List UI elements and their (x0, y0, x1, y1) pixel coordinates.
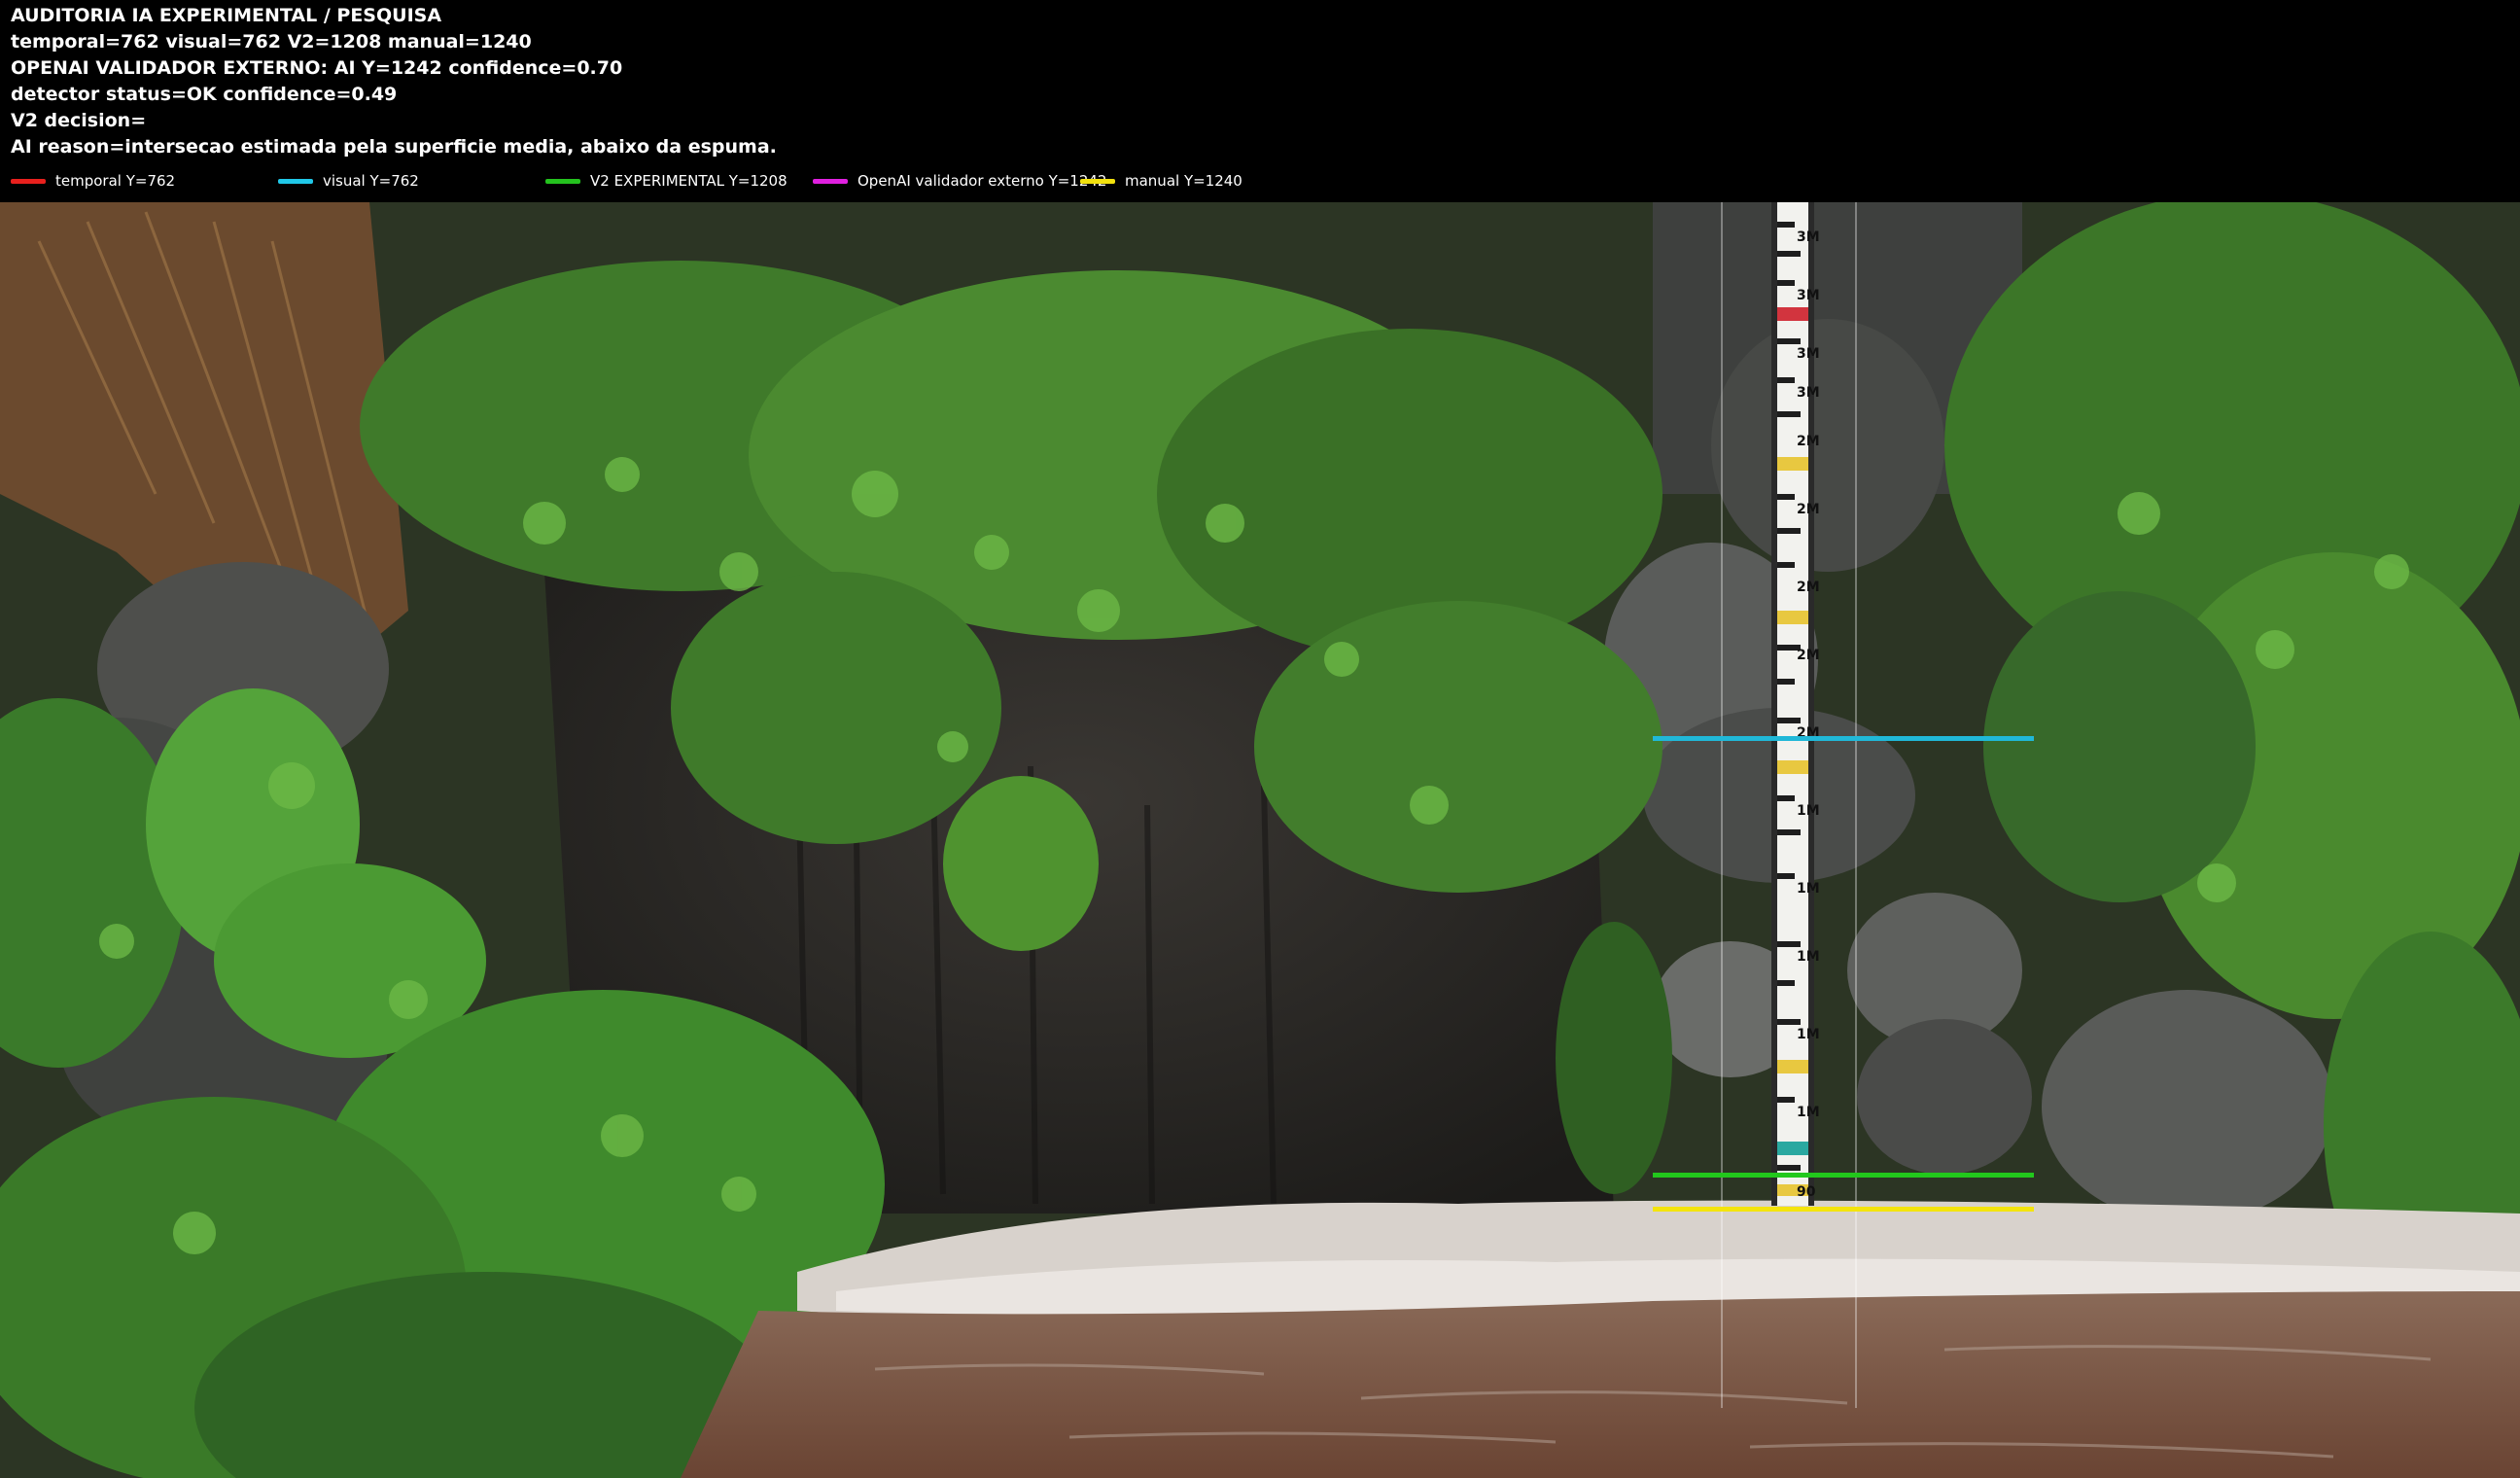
gauge-label: 90 (1797, 1184, 1816, 1200)
ai-reason-line: AI reason=intersecao estimada pela super… (11, 136, 777, 158)
detector-status-line: detector status=OK confidence=0.49 (11, 84, 398, 105)
legend-item-visual: visual Y=762 (278, 170, 419, 192)
gauge-label: 1M (1797, 1105, 1820, 1120)
visual-level-line (1653, 736, 2034, 741)
legend-swatch-openai (813, 178, 848, 184)
legend-item-openai: OpenAI validador externo Y=1242 (813, 170, 1106, 192)
v2-decision-line: V2 decision= (11, 110, 147, 131)
gauge-label: 1M (1797, 1027, 1820, 1042)
gauge-label: 1M (1797, 949, 1820, 965)
audit-title: AUDITORIA IA EXPERIMENTAL / PESQUISA (11, 5, 442, 26)
gauge-label: 1M (1797, 803, 1820, 819)
audit-header: AUDITORIA IA EXPERIMENTAL / PESQUISA tem… (0, 0, 2520, 202)
roi-guide-left (1721, 202, 1723, 1408)
openai-validator-line: OPENAI VALIDADOR EXTERNO: AI Y=1242 conf… (11, 57, 623, 79)
manual-level-line (1653, 1207, 2034, 1212)
legend-swatch-temporal (11, 178, 46, 184)
line-legend: temporal Y=762 visual Y=762 V2 EXPERIMEN… (11, 170, 2500, 192)
gauge-label: 3M (1797, 346, 1820, 362)
gauge-label: 2M (1797, 434, 1820, 449)
gauge-label: 3M (1797, 229, 1820, 245)
legend-swatch-manual (1080, 178, 1115, 184)
gauge-label: 2M (1797, 648, 1820, 663)
legend-item-temporal: temporal Y=762 (11, 170, 175, 192)
legend-item-v2: V2 EXPERIMENTAL Y=1208 (545, 170, 788, 192)
scene-illustration: 3M 3M 3M 3M 2M 2M 2M 2M 2M 1M 1M 1M 1M 1… (0, 202, 2520, 1478)
gauge-label: 2M (1797, 580, 1820, 595)
roi-guide-right (1855, 202, 1857, 1408)
camera-frame: AUDITORIA IA EXPERIMENTAL / PESQUISA tem… (0, 0, 2520, 1478)
legend-label-v2: V2 EXPERIMENTAL Y=1208 (590, 172, 788, 190)
legend-label-manual: manual Y=1240 (1125, 172, 1242, 190)
river-camera-image: 3M 3M 3M 3M 2M 2M 2M 2M 2M 1M 1M 1M 1M 1… (0, 202, 2520, 1478)
legend-label-openai: OpenAI validador externo Y=1242 (858, 172, 1107, 190)
audit-measurements: temporal=762 visual=762 V2=1208 manual=1… (11, 31, 532, 53)
legend-swatch-v2 (545, 178, 580, 184)
gauge-label: 1M (1797, 881, 1820, 897)
gauge-label: 3M (1797, 288, 1820, 303)
gauge-label: 3M (1797, 385, 1820, 401)
gauge-label: 2M (1797, 502, 1820, 517)
legend-item-manual: manual Y=1240 (1080, 170, 1242, 192)
legend-swatch-visual (278, 178, 313, 184)
v2-level-line (1653, 1173, 2034, 1178)
legend-label-temporal: temporal Y=762 (55, 172, 176, 190)
legend-label-visual: visual Y=762 (323, 172, 419, 190)
